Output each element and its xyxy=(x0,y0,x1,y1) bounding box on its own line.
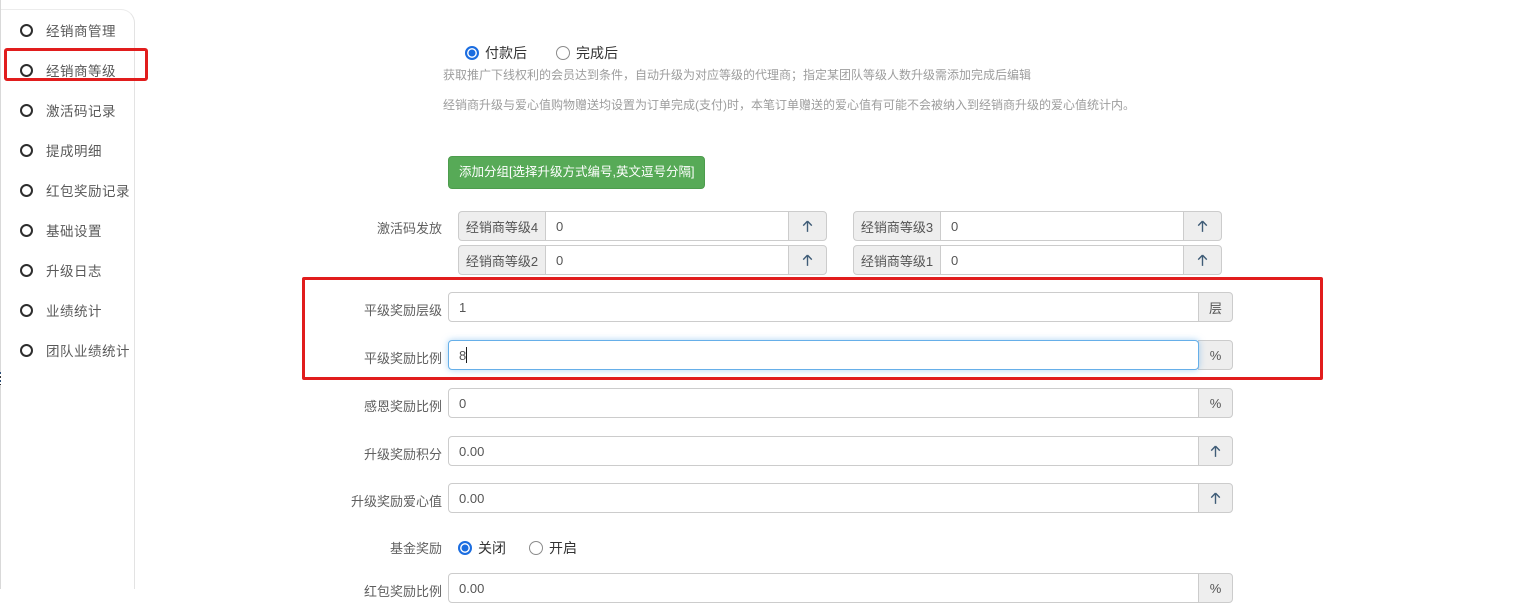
upgrade-reward-points-label: 升级奖励积分 xyxy=(242,444,442,463)
upgrade-reward-love-input[interactable] xyxy=(448,483,1199,513)
suffix-addon: % xyxy=(1198,388,1233,418)
circle-icon xyxy=(20,64,33,77)
radio-option-after-payment[interactable]: 付款后 xyxy=(465,43,527,63)
same-level-reward-ratio-label: 平级奖励比例 xyxy=(242,348,442,367)
radio-option-open[interactable]: 开启 xyxy=(529,538,577,558)
same-level-reward-layers-input[interactable] xyxy=(448,292,1199,322)
circle-icon xyxy=(20,304,33,317)
activation-level3-input[interactable] xyxy=(941,211,1183,241)
sidebar-item-label: 红包奖励记录 xyxy=(46,180,130,200)
same-level-reward-ratio-input[interactable] xyxy=(448,340,1199,370)
circle-icon xyxy=(20,104,33,117)
circle-icon xyxy=(20,184,33,197)
text-cursor xyxy=(466,347,467,363)
upgrade-reward-love-label: 升级奖励爱心值 xyxy=(242,491,442,510)
same-level-reward-layers-label: 平级奖励层级 xyxy=(242,300,442,319)
sidebar-item-upgrade-log[interactable]: 升级日志 xyxy=(1,250,134,290)
activation-group-level4: 经销商等级4 xyxy=(458,211,827,241)
activation-level4-input[interactable] xyxy=(546,211,788,241)
radio-option-after-completion[interactable]: 完成后 xyxy=(556,43,618,63)
fund-reward-radio-group: 关闭 开启 xyxy=(458,538,600,558)
gratitude-reward-ratio-input[interactable] xyxy=(448,388,1199,418)
circle-icon xyxy=(20,344,33,357)
activation-level2-input[interactable] xyxy=(546,245,788,275)
group-prepend-label: 经销商等级3 xyxy=(853,211,941,241)
upgrade-mode-radio-group: 付款后 完成后 xyxy=(465,43,647,63)
circle-icon xyxy=(20,144,33,157)
activation-level1-input[interactable] xyxy=(941,245,1183,275)
activation-codes-label: 激活码发放 xyxy=(242,218,442,237)
activation-group-level2: 经销商等级2 xyxy=(458,245,827,275)
circle-icon xyxy=(20,224,33,237)
arrow-up-icon xyxy=(1198,436,1233,466)
sidebar-item-dealer-management[interactable]: 经销商管理 xyxy=(1,10,134,50)
sidebar-item-label: 基础设置 xyxy=(46,220,102,240)
sidebar-item-performance-stats[interactable]: 业绩统计 xyxy=(1,290,134,330)
suffix-addon: % xyxy=(1198,340,1233,370)
sidebar-item-commission-details[interactable]: 提成明细 xyxy=(1,130,134,170)
radio-label[interactable]: 开启 xyxy=(549,538,577,558)
redpacket-reward-ratio-input[interactable] xyxy=(448,573,1199,603)
help-text-line2: 经销商升级与爱心值购物赠送均设置为订单完成(支付)时，本笔订单赠送的爱心值有可能… xyxy=(443,96,1135,113)
arrow-up-icon xyxy=(788,211,827,241)
activation-group-level1: 经销商等级1 xyxy=(853,245,1222,275)
sidebar-item-basic-settings[interactable]: 基础设置 xyxy=(1,210,134,250)
group-prepend-label: 经销商等级2 xyxy=(458,245,546,275)
gratitude-reward-ratio-label: 感恩奖励比例 xyxy=(242,396,442,415)
suffix-addon: 层 xyxy=(1198,292,1233,322)
radio-unchecked-icon[interactable] xyxy=(529,541,543,555)
upgrade-reward-points-input[interactable] xyxy=(448,436,1199,466)
sidebar-item-activation-code-records[interactable]: 激活码记录 xyxy=(1,90,134,130)
radio-label[interactable]: 付款后 xyxy=(485,43,527,63)
sidebar-item-redpacket-reward-records[interactable]: 红包奖励记录 xyxy=(1,170,134,210)
radio-label[interactable]: 关闭 xyxy=(478,538,506,558)
sidebar-item-dealer-level[interactable]: 经销商等级 xyxy=(1,50,134,90)
radio-option-closed[interactable]: 关闭 xyxy=(458,538,506,558)
fund-reward-label: 基金奖励 xyxy=(242,538,442,557)
sidebar: 经销商管理 经销商等级 激活码记录 提成明细 红包奖励记录 基础设置 升级日志 … xyxy=(1,9,135,589)
radio-checked-icon[interactable] xyxy=(458,541,472,555)
circle-icon xyxy=(20,264,33,277)
sidebar-item-label: 业绩统计 xyxy=(46,300,102,320)
radio-checked-icon[interactable] xyxy=(465,46,479,60)
sidebar-item-label: 团队业绩统计 xyxy=(46,340,130,360)
group-prepend-label: 经销商等级4 xyxy=(458,211,546,241)
sidebar-item-label: 提成明细 xyxy=(46,140,102,160)
arrow-up-icon xyxy=(1198,483,1233,513)
circle-icon xyxy=(20,24,33,37)
radio-label[interactable]: 完成后 xyxy=(576,43,618,63)
group-prepend-label: 经销商等级1 xyxy=(853,245,941,275)
arrow-up-icon xyxy=(788,245,827,275)
activation-group-level3: 经销商等级3 xyxy=(853,211,1222,241)
sidebar-item-label: 经销商管理 xyxy=(46,20,116,40)
sidebar-item-label: 升级日志 xyxy=(46,260,102,280)
redpacket-reward-ratio-label: 红包奖励比例 xyxy=(242,581,442,600)
sidebar-item-label: 激活码记录 xyxy=(46,100,116,120)
suffix-addon: % xyxy=(1198,573,1233,603)
sidebar-item-team-performance-stats[interactable]: 团队业绩统计 xyxy=(1,330,134,370)
arrow-up-icon xyxy=(1183,211,1222,241)
arrow-up-icon xyxy=(1183,245,1222,275)
add-group-button[interactable]: 添加分组[选择升级方式编号,英文逗号分隔] xyxy=(448,156,705,189)
help-text-line1: 获取推广下线权利的会员达到条件，自动升级为对应等级的代理商；指定某团队等级人数升… xyxy=(443,66,1031,83)
radio-unchecked-icon[interactable] xyxy=(556,46,570,60)
sidebar-item-label: 经销商等级 xyxy=(46,60,116,80)
